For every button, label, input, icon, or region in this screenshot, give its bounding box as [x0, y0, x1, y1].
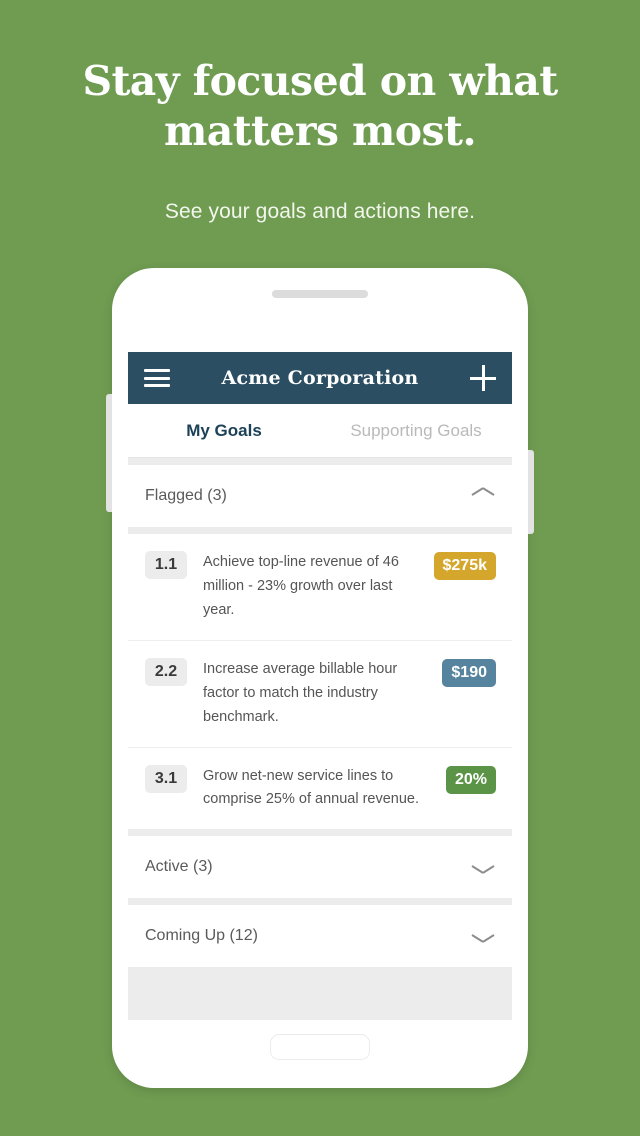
- tab-bar: My Goals Supporting Goals: [128, 404, 512, 458]
- hamburger-icon[interactable]: [144, 369, 170, 387]
- section-header-flagged[interactable]: Flagged (3): [128, 465, 512, 527]
- section-title: Flagged (3): [145, 487, 227, 504]
- section-header-active[interactable]: Active (3): [128, 836, 512, 899]
- goal-number: 1.1: [145, 551, 187, 579]
- volume-button[interactable]: [106, 394, 112, 512]
- app-title: Acme Corporation: [221, 367, 419, 389]
- goal-list-flagged: 1.1 Achieve top-line revenue of 46 milli…: [128, 534, 512, 830]
- phone-mockup: Acme Corporation My Goals Supporting Goa…: [106, 268, 534, 1088]
- chevron-down-icon[interactable]: [472, 861, 494, 873]
- home-button[interactable]: [270, 1034, 370, 1060]
- goal-description: Increase average billable hour factor to…: [203, 660, 398, 725]
- section-title: Coming Up (12): [145, 927, 258, 945]
- goal-number: 2.2: [145, 657, 187, 686]
- plus-icon[interactable]: [470, 365, 496, 391]
- table-row[interactable]: 2.2 Increase average billable hour facto…: [128, 641, 512, 748]
- section-gap: [128, 527, 512, 534]
- list-filler: [128, 967, 512, 1020]
- status-badge: $275k: [433, 552, 496, 580]
- section-header-coming-up[interactable]: Coming Up (12): [128, 905, 512, 968]
- status-badge: $190: [442, 658, 496, 687]
- chevron-up-icon[interactable]: [472, 490, 494, 502]
- tab-my-goals[interactable]: My Goals: [128, 404, 320, 457]
- table-row[interactable]: 1.1 Achieve top-line revenue of 46 milli…: [128, 534, 512, 641]
- section-gap: [128, 458, 512, 465]
- section-title: Active (3): [145, 858, 213, 876]
- goal-description: Grow net-new service lines to comprise 2…: [203, 767, 420, 808]
- promo-block: Stay focused on what matters most. See y…: [0, 56, 640, 224]
- table-row[interactable]: 3.1 Grow net-new service lines to compri…: [128, 748, 512, 830]
- page-title: Stay focused on what matters most.: [82, 57, 558, 156]
- goal-sections-list: Flagged (3) 1.1 Achieve top-line revenue…: [128, 458, 512, 1020]
- goal-number: 3.1: [145, 764, 187, 793]
- section-gap: [128, 829, 512, 837]
- phone-speaker: [272, 290, 368, 298]
- power-button[interactable]: [528, 450, 534, 534]
- app-screen: Acme Corporation My Goals Supporting Goa…: [128, 352, 512, 1020]
- goal-description: Achieve top-line revenue of 46 million -…: [203, 554, 399, 618]
- status-badge: 20%: [445, 765, 496, 794]
- tab-supporting-goals[interactable]: Supporting Goals: [320, 404, 512, 457]
- chevron-down-icon[interactable]: [472, 930, 494, 942]
- app-header: Acme Corporation: [128, 352, 512, 404]
- section-gap: [128, 898, 512, 906]
- page-subtitle: See your goals and actions here.: [164, 200, 476, 224]
